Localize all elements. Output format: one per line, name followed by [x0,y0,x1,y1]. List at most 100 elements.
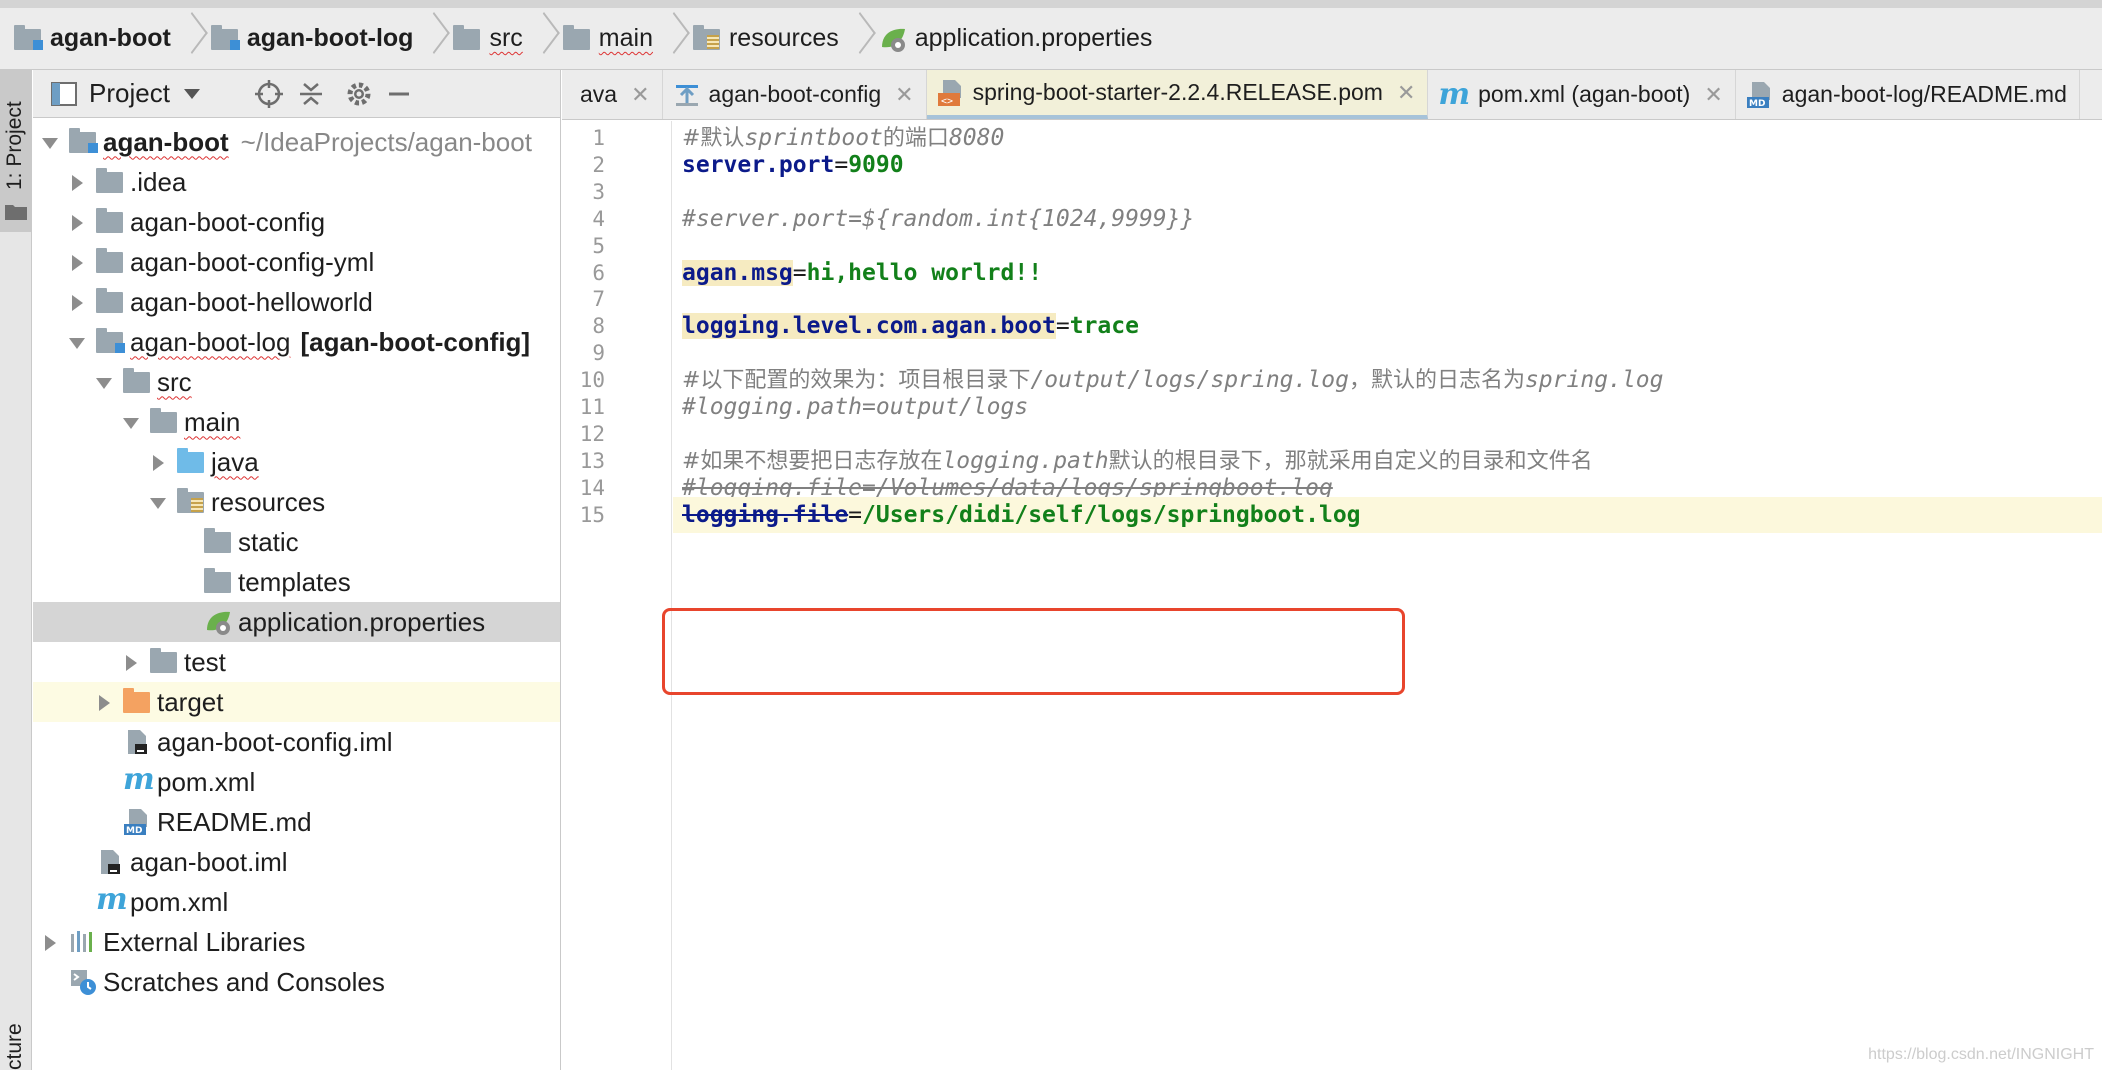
collapsed-arrow-icon[interactable] [93,682,115,722]
breadcrumb-separator [845,8,867,69]
md-icon: MD [1746,81,1774,109]
editor-tab[interactable]: ava ✕ [562,70,663,119]
breadcrumb-separator [529,8,551,69]
project-view-title[interactable]: Project [89,78,170,109]
breadcrumb-item[interactable]: agan-boot [10,8,171,69]
expanded-arrow-icon[interactable] [93,362,115,402]
tree-item-label: application.properties [238,606,486,637]
tree-item[interactable]: Scratches and Consoles [33,962,560,1002]
tree-item-label: agan-boot-helloworld [130,286,373,317]
breadcrumb-label: agan-boot [50,24,171,52]
tree-item[interactable]: m pom.xml [33,762,560,802]
svg-text:MD: MD [126,826,142,836]
tree-item[interactable]: agan-boot.iml [33,842,560,882]
iml-file-icon [123,728,151,756]
module-folder-icon [14,24,43,53]
collapsed-arrow-icon[interactable] [66,162,88,202]
editor-tab[interactable]: MD agan-boot-log/README.md [1736,70,2080,119]
tree-item[interactable]: test [33,642,560,682]
collapsed-arrow-icon[interactable] [66,282,88,322]
breadcrumb-separator [659,8,681,69]
tree-item[interactable]: m pom.xml [33,882,560,922]
tree-item[interactable]: src [33,362,560,402]
project-panel: Project agan-boot ~/IdeaProjects/agan-boo… [33,70,561,1070]
tree-item[interactable]: main [33,402,560,442]
tree-item-path: ~/IdeaProjects/agan-boot [240,126,532,157]
iml-file-icon [96,848,124,876]
tree-item-label: agan-boot-config [130,206,326,237]
chevron-down-icon[interactable] [183,88,200,99]
editor-tab[interactable]: m pom.xml (agan-boot) ✕ [1428,70,1736,119]
minimize-icon[interactable] [383,78,415,110]
expanded-arrow-icon[interactable] [147,482,169,522]
editor-tab[interactable]: agan-boot-config ✕ [663,70,927,119]
property-value: /Users/didi/self/logs/springboot.log [862,501,1361,528]
tree-item[interactable]: static [33,522,560,562]
tree-item[interactable]: agan-boot-config-yml [33,242,560,282]
close-icon[interactable]: ✕ [895,82,913,108]
collapsed-arrow-icon[interactable] [39,922,61,962]
tree-item-label: target [157,686,224,717]
tree-item[interactable]: templates [33,562,560,602]
tree-item[interactable]: .idea [33,162,560,202]
collapse-all-icon[interactable] [295,78,327,110]
tree-item[interactable]: External Libraries [33,922,560,962]
tree-item-label: agan-boot [103,126,229,157]
gear-icon[interactable] [343,78,375,110]
folder-icon [453,24,481,53]
expanded-arrow-icon[interactable] [120,402,142,442]
tree-item[interactable]: agan-boot-config.iml [33,722,560,762]
breadcrumb-item[interactable]: resources [689,8,839,69]
tree-item[interactable]: agan-boot-helloworld [33,282,560,322]
project-tool-window-tab[interactable]: 1: Project [0,70,32,232]
locate-icon[interactable] [253,78,285,110]
collapsed-arrow-icon[interactable] [66,242,88,282]
tree-item[interactable]: MD README.md [33,802,560,842]
tree-item-label: java [211,446,259,477]
close-icon[interactable]: ✕ [1397,80,1415,106]
tree-item-label: README.md [157,806,312,837]
editor-tab-label: spring-boot-starter-2.2.4.RELEASE.pom [972,79,1383,105]
excluded-folder-icon [123,688,151,716]
tree-item[interactable]: agan-boot-log [agan-boot-config] [33,322,560,362]
collapsed-arrow-icon[interactable] [120,642,142,682]
tree-item-label: static [238,526,299,557]
collapsed-arrow-icon[interactable] [147,442,169,482]
close-icon[interactable]: ✕ [631,82,649,108]
tree-item[interactable]: agan-boot ~/IdeaProjects/agan-boot [33,122,560,162]
watermark: https://blog.csdn.net/INGNIGHT [1868,1046,2094,1063]
operator: = [848,501,863,528]
breadcrumb-item[interactable]: agan-boot-log [207,8,413,69]
folder-icon [96,248,124,276]
breadcrumb-item[interactable]: main [559,8,653,69]
tool-window-strip: 1: Project cture [0,70,32,1070]
structure-tab-label[interactable]: cture [3,1010,27,1070]
breadcrumb-label: resources [728,24,839,52]
collapsed-arrow-icon[interactable] [66,202,88,242]
tree-item-label: agan-boot-log [130,326,291,357]
tree-item-label: agan-boot.iml [130,846,288,877]
tree-item[interactable]: java [33,442,560,482]
expanded-arrow-icon[interactable] [66,322,88,362]
breadcrumb: agan-boot agan-boot-log src main resources ap… [0,0,2102,70]
editor-tab-label: agan-boot-config [708,81,882,107]
code-editor[interactable]: #默认sprintboot的端口8080 server.port=9090 #ser… [673,121,2102,1070]
expanded-arrow-icon[interactable] [39,122,61,162]
tree-item[interactable]: application.properties [33,602,560,642]
resources-folder-icon [692,24,721,53]
editor-tab[interactable]: <> spring-boot-starter-2.2.4.RELEASE.pom ✕ [926,70,1429,119]
tree-item-label: templates [238,566,351,597]
tree-item[interactable]: target [33,682,560,722]
code-line[interactable]: logging.file=/Users/didi/self/logs/sprin… [673,496,2102,533]
maven-icon: m [96,882,128,917]
breadcrumb-item[interactable]: src [449,8,523,69]
tree-item[interactable]: resources [33,482,560,522]
module-folder-icon [69,128,98,156]
maven-icon: m [123,762,155,797]
breadcrumb-item[interactable]: application.properties [875,8,1152,69]
close-icon[interactable]: ✕ [1704,82,1722,108]
tree-item[interactable]: agan-boot-config [33,202,560,242]
